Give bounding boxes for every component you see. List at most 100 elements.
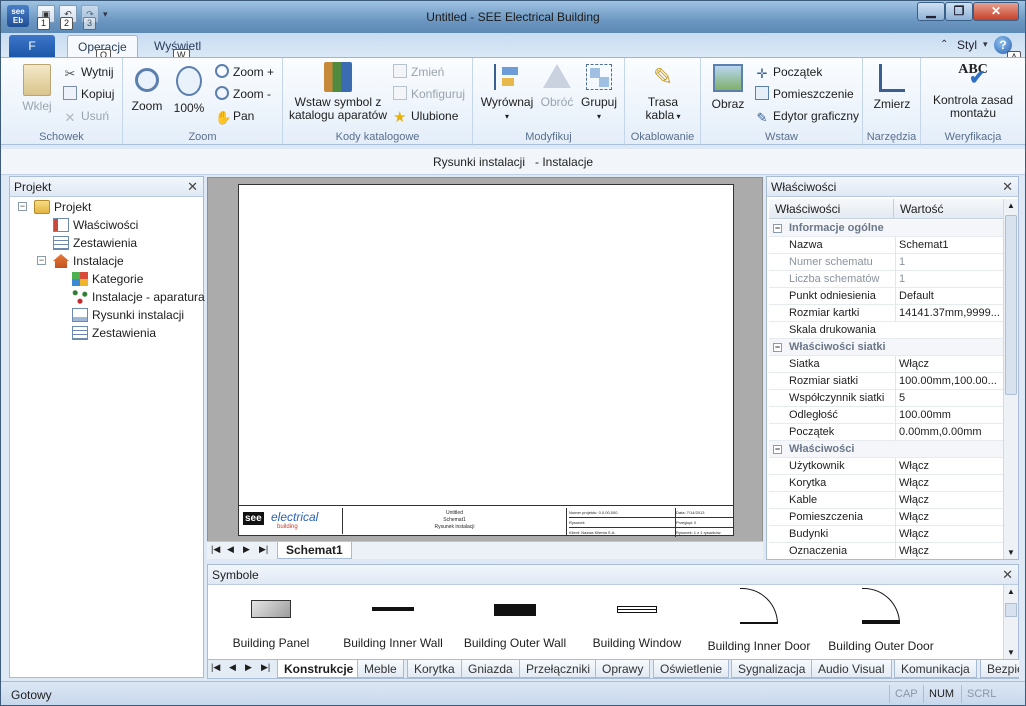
property-row[interactable]: Oznaczenia Włącz [769,543,1003,558]
next-tab-icon[interactable]: ▶ [245,662,252,673]
property-row[interactable]: Odległość 100.00mm [769,407,1003,424]
property-row[interactable]: Rozmiar kartki 14141.37mm,9999... [769,305,1003,322]
property-row[interactable]: Użytkownik Włącz [769,458,1003,475]
rotate-button[interactable]: Obróć [537,64,577,109]
pan-button[interactable]: ✋ Pan [215,106,254,126]
symbol-building-panel[interactable]: Building Panel [227,585,315,650]
sheet-tab-schemat1[interactable]: Schemat1 [277,542,352,559]
property-value[interactable]: 0.00mm,0.00mm [895,424,999,441]
origin-button[interactable]: ✛ Początek [755,62,823,82]
property-category[interactable]: − Informacje ogólne [769,220,1003,237]
column-header-value[interactable]: Wartość [893,199,944,219]
property-row[interactable]: Liczba schematów 1 [769,271,1003,288]
align-button[interactable]: Wyrównaj ▾ [479,64,535,123]
symbols-scroll-thumb[interactable] [1005,603,1017,617]
property-row[interactable]: Budynki Włącz [769,526,1003,543]
property-value[interactable]: 100.00mm [895,407,999,424]
check-rules-button[interactable]: ABC ✔ Kontrola zasad montażu [923,62,1023,120]
minimize-button[interactable]: ▁ [917,2,945,21]
favorites-button[interactable]: ★ Ulubione [393,106,458,126]
style-menu[interactable]: Styl [957,38,977,52]
property-row[interactable]: Numer schematu 1 [769,254,1003,271]
symbol-building-inner-wall[interactable]: Building Inner Wall [337,585,449,650]
symbol-building-inner-door[interactable]: Building Inner Door [701,585,817,653]
symbol-tab[interactable]: Oświetlenie [653,660,730,678]
property-value[interactable]: 14141.37mm,9999... [895,305,999,322]
last-tab-icon[interactable]: ▶| [261,662,270,673]
property-row[interactable]: Skala drukowania [769,322,1003,339]
tree-collapse-toggle[interactable]: − [18,202,27,211]
property-value[interactable]: 5 [895,390,999,407]
configure-button[interactable]: Konfiguruj [393,84,465,104]
property-category[interactable]: − Właściwości [769,441,1003,458]
tree-item[interactable]: Projekt [34,198,91,216]
properties-scrollbar[interactable]: ▲ ▼ [1003,199,1018,559]
symbol-tab[interactable]: Audio Visual [811,660,892,678]
symbols-scroll-up-icon[interactable]: ▲ [1007,587,1015,596]
style-dropdown-icon[interactable]: ▾ [983,39,988,50]
change-code-button[interactable]: Zmień [393,62,444,82]
symbol-building-outer-door[interactable]: Building Outer Door [823,585,939,653]
scroll-up-icon[interactable]: ▲ [1007,201,1015,210]
property-row[interactable]: Nazwa Schemat1 [769,237,1003,254]
close-properties-panel-icon[interactable]: ✕ [1002,177,1013,197]
tree-item[interactable]: Zestawienia [53,234,137,252]
property-value[interactable]: Włącz [895,543,999,558]
tree-item[interactable]: Rysunki instalacji [72,306,184,324]
tree-item[interactable]: Zestawienia [72,324,156,342]
symbol-tab[interactable]: Sygnalizacja [731,660,813,678]
style-chevron-icon[interactable]: ⌃ [940,39,948,50]
tree-collapse-toggle[interactable]: − [37,256,46,265]
property-row[interactable]: Początek 0.00mm,0.00mm [769,424,1003,441]
column-header-property[interactable]: Właściwości [775,202,840,216]
property-value[interactable]: Default [895,288,999,305]
file-tab[interactable]: F [9,35,55,57]
image-button[interactable]: Obraz [707,64,749,111]
tree-item[interactable]: Instalacje - aparatura [72,288,205,306]
zoom-button[interactable]: Zoom [129,64,165,113]
cut-button[interactable]: ✂ Wytnij [63,62,114,82]
category-collapse-toggle[interactable]: − [773,445,782,454]
property-row[interactable]: Siatka Włącz [769,356,1003,373]
symbol-tab[interactable]: Konstrukcje [277,660,361,678]
symbol-tab[interactable]: Przełączniki [519,660,598,678]
tree-item[interactable]: Instalacje [53,252,124,270]
close-window-button[interactable]: ✕ [973,2,1019,21]
property-value[interactable]: Schemat1 [895,237,999,254]
drawing-sheet[interactable]: see electrical building Untitled Schemat… [238,184,734,537]
property-value[interactable]: Włącz [895,509,999,526]
property-value[interactable]: Włącz [895,526,999,543]
cable-route-button[interactable]: ✎ Trasa kabla ▾ [633,64,693,123]
measure-button[interactable]: Zmierz [867,64,917,111]
property-row[interactable]: Pomieszczenia Włącz [769,509,1003,526]
zoom-in-button[interactable]: Zoom + [215,62,274,82]
tree-item[interactable]: Właściwości [53,216,138,234]
graphic-editor-button[interactable]: ✎ Edytor graficzny [755,106,860,126]
property-row[interactable]: Korytka Włącz [769,475,1003,492]
scroll-down-icon[interactable]: ▼ [1007,548,1015,557]
property-row[interactable]: Kable Włącz [769,492,1003,509]
property-value[interactable]: Włącz [895,356,999,373]
property-value[interactable]: 1 [895,271,999,288]
property-value[interactable]: 100.00mm,100.00... [895,373,999,390]
symbol-building-outer-wall[interactable]: Building Outer Wall [457,585,573,650]
delete-button[interactable]: ✕ Usuń [63,106,109,126]
property-value[interactable]: 1 [895,254,999,271]
property-row[interactable]: Rozmiar siatki 100.00mm,100.00... [769,373,1003,390]
room-button[interactable]: Pomieszczenie [755,84,854,104]
property-row[interactable]: Punkt odniesienia Default [769,288,1003,305]
zoom-100-button[interactable]: 100% [171,64,207,115]
insert-catalog-symbol-button[interactable]: Wstaw symbol z katalogu aparatów [285,62,391,122]
symbol-tab[interactable]: Korytka [407,660,462,678]
symbol-tab[interactable]: Meble [357,660,404,678]
maximize-button[interactable]: ❐ [945,2,973,21]
copy-button[interactable]: Kopiuj [63,84,114,104]
property-value[interactable]: Włącz [895,492,999,509]
paste-button[interactable]: Wklej [15,64,59,113]
last-sheet-icon[interactable]: ▶| [259,544,268,555]
first-sheet-icon[interactable]: |◀ [211,544,220,555]
symbol-tab[interactable]: Komunikacja [894,660,977,678]
prev-sheet-icon[interactable]: ◀ [227,544,234,555]
symbol-tab[interactable]: Bezpie [980,660,1019,678]
next-sheet-icon[interactable]: ▶ [243,544,250,555]
